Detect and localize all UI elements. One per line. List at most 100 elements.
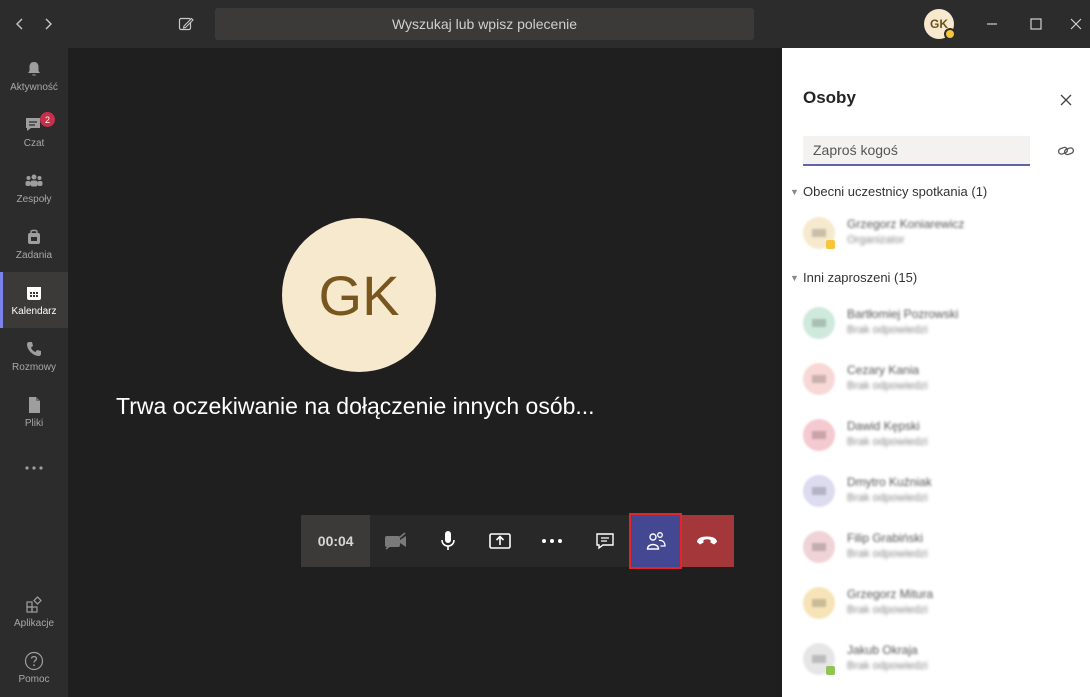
participant-item[interactable]: Bartłomiej Pozrowski Brak odpowiedzi [803,304,1073,344]
people-panel: Osoby ▼ Obecni uczestnicy spotkania (1) … [782,48,1090,697]
search-placeholder: Wyszukaj lub wpisz polecenie [391,16,578,32]
rail-item-label: Zadania [15,250,53,261]
more-icon [542,539,563,543]
participant-name: Dmytro Kuźniak [847,475,932,489]
participant-item[interactable]: Jakub Okraja Brak odpowiedzi [803,640,1073,680]
share-link-icon[interactable] [1056,141,1076,161]
maximize-icon[interactable] [1024,0,1048,48]
participant-name: Bartłomiej Pozrowski [847,307,959,321]
avatar [803,531,835,563]
rail-item-help[interactable]: Pomoc [0,640,68,696]
more-actions-button[interactable] [526,515,578,567]
phone-icon [24,339,44,359]
participant-role: Organizator [847,234,905,246]
panel-title: Osoby [803,88,856,107]
participant-status: Brak odpowiedzi [847,604,928,616]
rail-item-more[interactable] [0,440,68,496]
participant-item[interactable]: Dawid Kępski Brak odpowiedzi [803,416,1073,456]
participant-name: Filip Grabiński [847,531,924,545]
rail-item-label: Zespoły [16,194,52,205]
rail-item-apps[interactable]: Aplikacje [0,584,68,640]
presence-status-icon [944,28,956,40]
back-arrow-icon[interactable] [8,0,32,48]
close-icon[interactable] [1056,90,1076,110]
invite-input[interactable] [803,136,1030,166]
participant-name: Cezary Kania [847,363,920,377]
avatar [803,307,835,339]
presence-status-icon [826,240,835,249]
call-controls: 00:04 [301,513,735,569]
more-icon [24,458,44,478]
participant-status: Brak odpowiedzi [847,548,928,560]
help-icon [24,651,44,671]
rail-item-label: Kalendarz [11,306,57,317]
participant-item[interactable]: Filip Grabiński Brak odpowiedzi [803,528,1073,568]
teams-icon [24,171,44,191]
rail-item-calls[interactable]: Rozmowy [0,328,68,384]
assignments-icon [24,227,44,247]
close-window-icon[interactable] [1064,0,1088,48]
rail-item-calendar[interactable]: Kalendarz [0,272,68,328]
participant-status: Brak odpowiedzi [847,380,928,392]
share-screen-button[interactable] [474,515,526,567]
compose-icon[interactable] [174,0,198,48]
participant-avatar: GK [282,218,436,372]
participant-name: Jakub Okraja [847,643,918,657]
search-box[interactable]: Wyszukaj lub wpisz polecenie [215,8,754,40]
participant-name: Grzegorz Mitura [847,587,934,601]
hang-up-icon [697,536,718,545]
participant-item[interactable]: Cezary Kania Brak odpowiedzi [803,360,1073,400]
participant-initials: GK [318,263,400,327]
calendar-icon [24,283,44,303]
rail-item-activity[interactable]: Aktywność [0,48,68,104]
avatar [803,363,835,395]
call-timer: 00:04 [301,515,371,567]
participant-status: Brak odpowiedzi [847,492,928,504]
presence-status-icon [826,666,835,675]
meeting-stage: GK Trwa oczekiwanie na dołączenie innych… [68,48,782,697]
microphone-icon [441,531,456,550]
rail-item-chat[interactable]: Czat 2 [0,104,68,160]
title-bar: Wyszukaj lub wpisz polecenie GK [0,0,1090,48]
share-screen-icon [489,533,512,549]
rail-item-label: Aktywność [10,82,58,93]
participant-item[interactable]: Dmytro Kuźniak Brak odpowiedzi [803,472,1073,512]
participant-item[interactable]: Grzegorz Koniarewicz Organizator [803,214,1073,254]
rail-item-label: Aplikacje [13,618,55,629]
participant-name: Grzegorz Koniarewicz [847,217,965,231]
rail-item-label: Czat [23,138,45,149]
forward-arrow-icon[interactable] [36,0,60,48]
section-header-present[interactable]: ▼ Obecni uczestnicy spotkania (1) [790,184,987,199]
section-header-label: Obecni uczestnicy spotkania (1) [803,184,988,199]
file-icon [24,395,44,415]
rail-item-files[interactable]: Pliki [0,384,68,440]
participant-status: Brak odpowiedzi [847,660,928,672]
participant-item[interactable]: Grzegorz Mitura Brak odpowiedzi [803,584,1073,624]
hang-up-button[interactable] [680,515,735,567]
app-bar: Aktywność Czat 2 Zespoły Zadania Kalenda… [0,48,68,697]
unread-badge: 2 [40,112,55,127]
minimize-icon[interactable] [980,0,1004,48]
rail-item-assignments[interactable]: Zadania [0,216,68,272]
rail-item-label: Pliki [24,418,44,429]
chat-button[interactable] [579,515,631,567]
people-icon [646,532,666,550]
rail-item-teams[interactable]: Zespoły [0,160,68,216]
avatar [803,475,835,507]
teams-window: Wyszukaj lub wpisz polecenie GK Aktywnoś… [0,0,1090,697]
camera-off-icon [385,532,407,550]
caret-down-icon: ▼ [790,186,799,197]
participant-name: Dawid Kępski [847,419,920,433]
participants-button[interactable] [628,513,683,569]
participant-status: Brak odpowiedzi [847,324,928,336]
bell-icon [24,59,44,79]
section-header-label: Inni zaproszeni (15) [803,270,918,285]
section-header-others[interactable]: ▼ Inni zaproszeni (15) [790,270,917,285]
caret-down-icon: ▼ [790,272,799,283]
waiting-message: Trwa oczekiwanie na dołączenie innych os… [116,393,595,419]
participant-status: Brak odpowiedzi [847,436,928,448]
avatar [803,587,835,619]
camera-off-button[interactable] [370,515,422,567]
apps-icon [24,595,44,615]
microphone-button[interactable] [422,515,474,567]
